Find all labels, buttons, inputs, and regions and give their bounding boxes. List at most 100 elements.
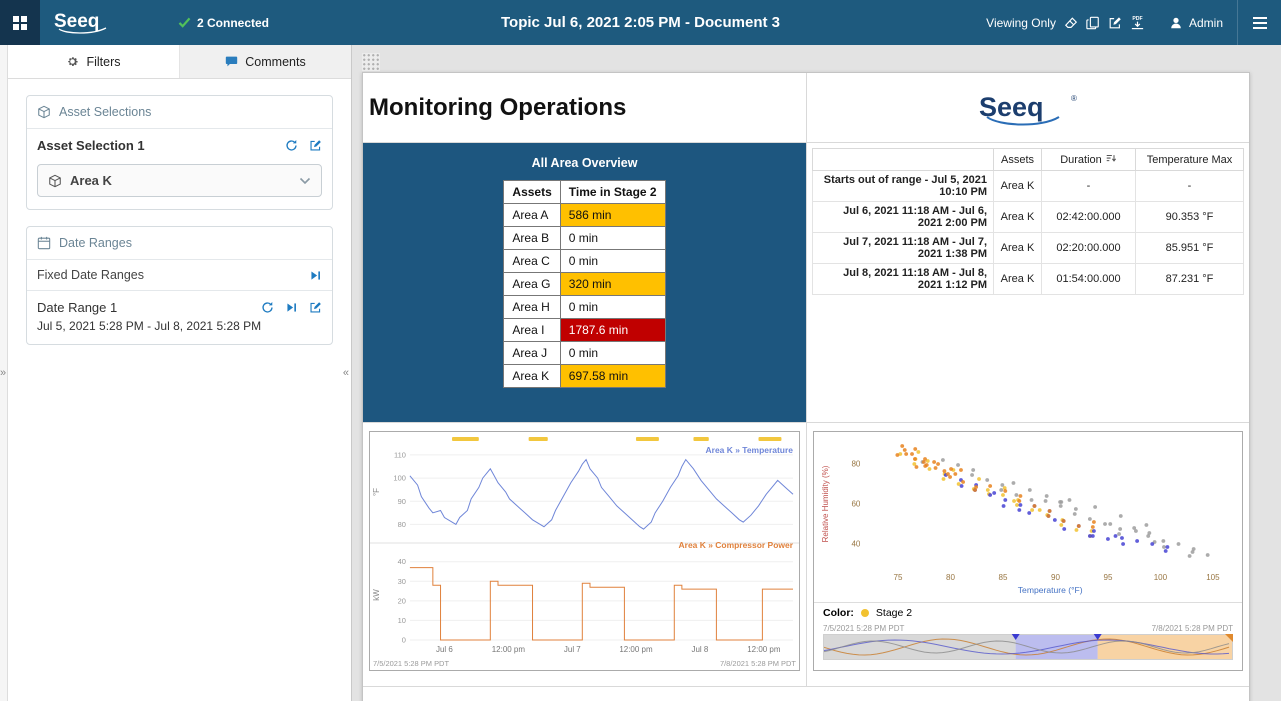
- capsule-header-row: AssetsDurationTemperature Max: [813, 149, 1244, 171]
- capsule-column-header: Assets: [994, 149, 1042, 171]
- overview-table: AssetsTime in Stage 2 Area A586 minArea …: [503, 180, 665, 388]
- svg-text:Temperature (°F): Temperature (°F): [1018, 585, 1083, 595]
- svg-text:7/5/2021 5:28 PM PDT: 7/5/2021 5:28 PM PDT: [373, 659, 449, 668]
- asset-cell: Area K: [994, 233, 1042, 264]
- range-start-label: 7/5/2021 5:28 PM PDT: [823, 624, 904, 633]
- duration-cell: 01:54:00.000: [1042, 264, 1136, 295]
- svg-text:90: 90: [1051, 573, 1061, 582]
- svg-text:Jul 7: Jul 7: [564, 645, 581, 654]
- overview-header-row: AssetsTime in Stage 2: [504, 181, 665, 204]
- eraser-icon[interactable]: [1064, 16, 1078, 30]
- edit-icon[interactable]: [309, 301, 322, 314]
- capsule-row: Jul 6, 2021 11:18 AM - Jul 6, 2021 2:00 …: [813, 202, 1244, 233]
- step-to-end-icon[interactable]: [309, 269, 322, 282]
- pdf-export-icon[interactable]: PDF: [1130, 15, 1145, 30]
- overview-row: Area G320 min: [504, 273, 665, 296]
- overview-row: Area A586 min: [504, 204, 665, 227]
- sidebar-tabbar: Filters Comments: [8, 45, 351, 79]
- step-to-end-icon[interactable]: [285, 301, 298, 314]
- topic-document: Monitoring Operations Seeq ® All Area Ov…: [362, 72, 1250, 701]
- svg-text:Relative Humidity (%): Relative Humidity (%): [821, 465, 830, 542]
- edit-icon[interactable]: [309, 139, 322, 152]
- asset-cell: Area I: [504, 319, 560, 342]
- capsule-cell: Jul 8, 2021 11:18 AM - Jul 8, 2021 1:12 …: [813, 264, 994, 295]
- capsule-body: Starts out of range - Jul 5, 2021 10:10 …: [813, 171, 1244, 295]
- scatter-chart-container[interactable]: 7580859095100105406080Temperature (°F)Re…: [813, 431, 1243, 671]
- asset-dropdown-value: Area K: [70, 173, 112, 188]
- legend-color-label: Color:: [823, 607, 854, 619]
- copy-icon[interactable]: [1086, 16, 1100, 30]
- tab-filters[interactable]: Filters: [8, 45, 180, 78]
- svg-text:20: 20: [398, 596, 406, 605]
- tab-comments[interactable]: Comments: [180, 45, 351, 78]
- capsule-row: Starts out of range - Jul 5, 2021 10:10 …: [813, 171, 1244, 202]
- svg-text:60: 60: [851, 500, 861, 509]
- asset-selection-row: Asset Selection 1: [27, 129, 332, 162]
- overview-row: Area C0 min: [504, 250, 665, 273]
- scatter-legend: Color: Stage 2: [814, 602, 1242, 622]
- asset-cell: Area K: [994, 264, 1042, 295]
- cube-icon: [48, 174, 62, 188]
- temp-max-cell: 90.353 °F: [1136, 202, 1244, 233]
- svg-text:110: 110: [394, 450, 406, 459]
- svg-text:80: 80: [398, 520, 406, 529]
- capsule-cell: Jul 7, 2021 11:18 AM - Jul 7, 2021 1:38 …: [813, 233, 994, 264]
- svg-text:80: 80: [851, 460, 861, 469]
- seeq-logo[interactable]: Seeq: [52, 8, 118, 40]
- overview-row: Area B0 min: [504, 227, 665, 250]
- drag-handle-icon[interactable]: [362, 53, 380, 71]
- duration-cell: 02:42:00.000: [1042, 202, 1136, 233]
- overview-column-header: Time in Stage 2: [560, 181, 665, 204]
- time-in-stage-cell: 1787.6 min: [560, 319, 665, 342]
- registered-mark: ®: [1071, 94, 1077, 103]
- svg-text:90: 90: [398, 497, 406, 506]
- left-rail: »: [0, 45, 8, 701]
- legend-dot: [861, 609, 869, 617]
- temp-max-cell: 85.951 °F: [1136, 233, 1244, 264]
- svg-text:80: 80: [946, 573, 956, 582]
- date-ranges-title: Date Ranges: [59, 236, 132, 250]
- svg-text:12:00 pm: 12:00 pm: [492, 645, 526, 654]
- svg-text:10: 10: [398, 616, 406, 625]
- hamburger-icon: [1252, 16, 1268, 30]
- capsule-table: AssetsDurationTemperature Max Starts out…: [812, 148, 1244, 295]
- svg-text:0: 0: [402, 635, 406, 644]
- trend-chart-container[interactable]: 8090100110010203040Area K » TemperatureA…: [369, 431, 800, 671]
- svg-text:30: 30: [398, 577, 406, 586]
- topic-title: Topic Jul 6, 2021 2:05 PM - Document 3: [501, 14, 780, 31]
- asset-cell: Area K: [504, 365, 560, 388]
- capsule-cell: Starts out of range - Jul 5, 2021 10:10 …: [813, 171, 994, 202]
- edit-document-icon[interactable]: [1108, 16, 1122, 30]
- time-in-stage-cell: 697.58 min: [560, 365, 665, 388]
- svg-text:95: 95: [1103, 573, 1113, 582]
- apps-button[interactable]: [0, 0, 40, 45]
- asset-dropdown[interactable]: Area K: [37, 164, 322, 197]
- range-strip[interactable]: [823, 634, 1233, 660]
- refresh-icon[interactable]: [285, 139, 298, 152]
- hamburger-menu[interactable]: [1237, 0, 1281, 45]
- asset-cell: Area K: [994, 202, 1042, 233]
- svg-text:100: 100: [1154, 573, 1168, 582]
- svg-text:12:00 pm: 12:00 pm: [747, 645, 781, 654]
- collapse-sidebar-icon[interactable]: «: [343, 367, 349, 379]
- connection-status[interactable]: 2 Connected: [178, 16, 269, 30]
- refresh-icon[interactable]: [261, 301, 274, 314]
- asset-cell: Area C: [504, 250, 560, 273]
- sort-icon: [1105, 153, 1117, 164]
- asset-cell: Area G: [504, 273, 560, 296]
- asset-selections-title: Asset Selections: [59, 105, 151, 119]
- asset-selection-name: Asset Selection 1: [37, 138, 145, 153]
- time-in-stage-cell: 586 min: [560, 204, 665, 227]
- user-menu[interactable]: Admin: [1155, 16, 1237, 30]
- capsule-column-header[interactable]: Duration: [1042, 149, 1136, 171]
- seeq-logo-text: Seeq: [54, 11, 99, 32]
- legend-series-label: Stage 2: [876, 607, 912, 619]
- svg-text:°F: °F: [372, 488, 381, 496]
- svg-text:kW: kW: [372, 589, 381, 601]
- asset-cell: Area J: [504, 342, 560, 365]
- asset-cell: Area H: [504, 296, 560, 319]
- time-in-stage-cell: 0 min: [560, 250, 665, 273]
- asset-cell: Area K: [994, 171, 1042, 202]
- expand-panel-icon[interactable]: »: [0, 367, 6, 379]
- viewing-only-group: Viewing Only PDF: [986, 15, 1145, 30]
